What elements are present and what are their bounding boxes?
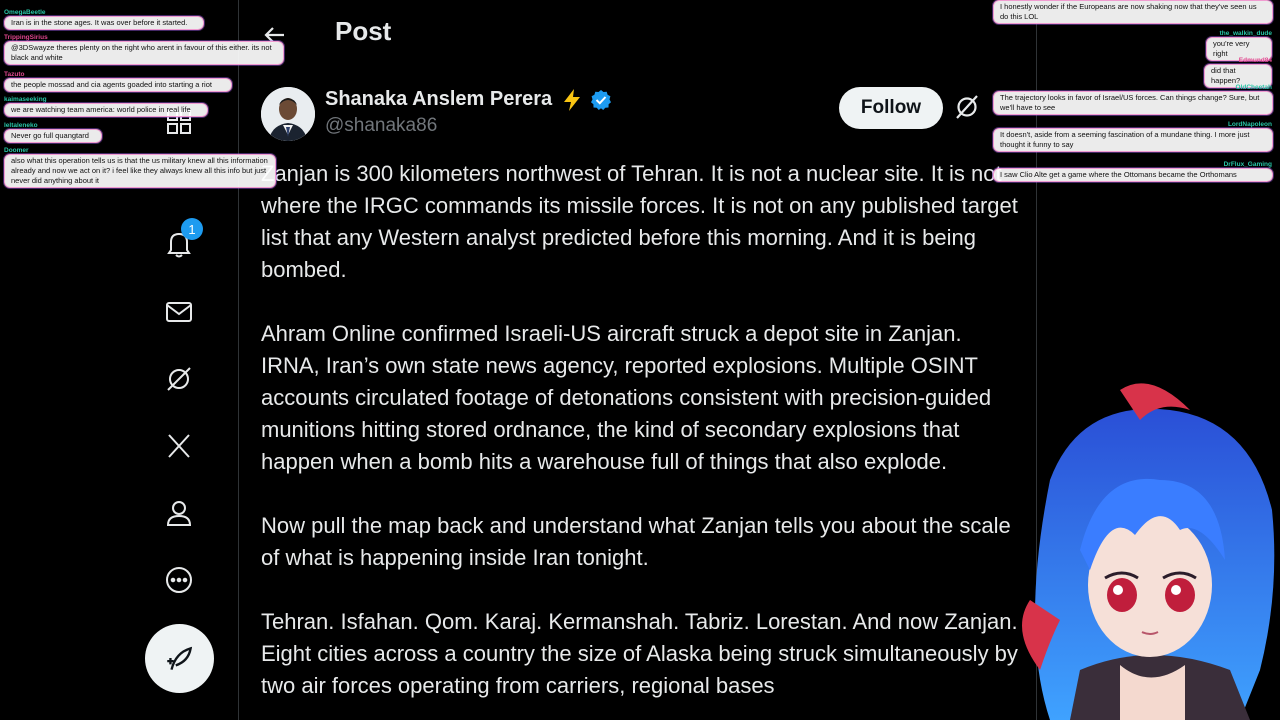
chat-message: I saw Clio Alte get a game where the Ott… xyxy=(993,168,1273,182)
author-name[interactable]: Shanaka Anslem Perera xyxy=(325,88,552,111)
author-handle[interactable]: @shanaka86 xyxy=(325,115,437,137)
lightning-bolt-icon xyxy=(564,89,580,111)
post-paragraph: Ahram Online confirmed Israeli-US aircra… xyxy=(261,321,992,474)
grok-nav-icon[interactable] xyxy=(145,345,213,413)
author-avatar[interactable] xyxy=(261,87,315,141)
feather-icon xyxy=(166,646,192,670)
messages-icon[interactable] xyxy=(145,278,213,346)
profile-icon[interactable] xyxy=(145,479,213,547)
left-divider xyxy=(238,0,239,720)
chat-message: Never go full quangtard xyxy=(4,129,102,143)
notifications-icon[interactable]: 1 xyxy=(145,210,213,278)
chat-message: Iran is in the stone ages. It was over b… xyxy=(4,16,204,30)
grok-icon[interactable] xyxy=(953,93,981,121)
post-paragraph: Zanjan is 300 kilometers northwest of Te… xyxy=(261,161,1018,282)
post-paragraph: Tehran. Isfahan. Qom. Karaj. Kermanshah.… xyxy=(261,609,1018,698)
follow-button[interactable]: Follow xyxy=(839,87,943,129)
chat-message: @3DSwayze theres plenty on the right who… xyxy=(4,41,284,65)
chat-message: I honestly wonder if the Europeans are n… xyxy=(993,0,1273,24)
verified-badge-icon xyxy=(591,90,611,110)
page-title: Post xyxy=(335,16,392,46)
chat-message: The trajectory looks in favor of Israel/… xyxy=(993,91,1273,115)
vtuber-character-avatar xyxy=(1022,383,1275,720)
x-logo-icon[interactable] xyxy=(145,412,213,480)
compose-post-button[interactable] xyxy=(145,624,214,693)
chat-message: the people mossad and cia agents goaded … xyxy=(4,78,232,92)
chat-message: It doesn't, aside from a seeming fascina… xyxy=(993,128,1273,152)
post-text: Zanjan is 300 kilometers northwest of Te… xyxy=(261,158,1026,720)
explore-icon[interactable] xyxy=(145,88,213,156)
more-options-icon[interactable] xyxy=(145,546,213,614)
chat-message: also what this operation tells us is tha… xyxy=(4,154,276,188)
post-paragraph: Now pull the map back and understand wha… xyxy=(261,513,1011,570)
notification-count-badge: 1 xyxy=(181,218,203,240)
chat-message: we are watching team america: world poli… xyxy=(4,103,208,117)
